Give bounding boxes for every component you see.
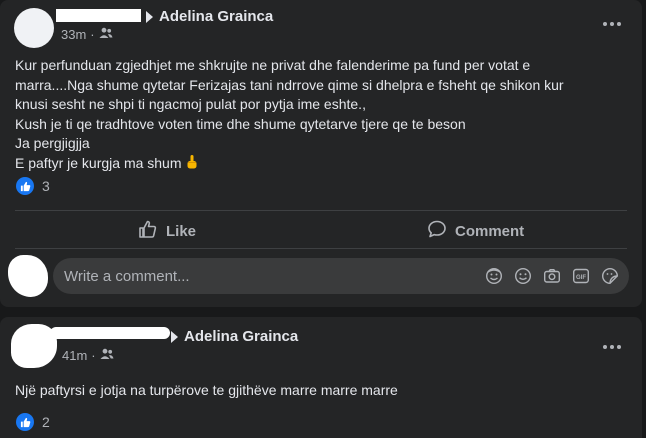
post-header: Adelina Grainca [146, 8, 273, 25]
comment-input-container[interactable]: GIF [53, 258, 629, 294]
arrow-right-icon [171, 330, 178, 343]
more-options-icon[interactable] [603, 345, 621, 349]
like-reaction-icon [16, 177, 34, 195]
like-button[interactable]: Like [138, 219, 196, 243]
middle-finger-emoji-icon [185, 154, 199, 170]
post-text-line-with-emoji: E paftyr je kurgja ma shum [15, 154, 564, 174]
svg-text:GIF: GIF [576, 274, 586, 280]
author-avatar[interactable] [14, 8, 54, 48]
post-text-line: knusi sesht ne shpi ti ngacmoj pulat por… [15, 96, 366, 112]
thumbs-up-icon [138, 219, 158, 243]
divider [15, 210, 627, 211]
comment-input[interactable] [64, 267, 464, 285]
reaction-count: 3 [42, 178, 50, 194]
reaction-summary[interactable]: 3 [16, 177, 50, 195]
like-reaction-icon [16, 413, 34, 431]
commenter-avatar-redacted [8, 255, 48, 297]
group-author-name[interactable]: Adelina Grainca [159, 8, 273, 25]
arrow-right-icon [146, 10, 153, 23]
post-meta: 41m · [62, 348, 114, 363]
comment-label: Comment [455, 222, 525, 240]
post-text: Kur perfunduan zgjedhjet me shkrujte ne … [15, 56, 564, 173]
post-meta: 33m · [61, 27, 113, 42]
post-text: Një paftyrsi e jotja na turpërove te gji… [15, 381, 398, 401]
post-text-line: Ja pergjigjja [15, 135, 90, 151]
reaction-summary[interactable]: 2 [16, 413, 50, 431]
reaction-count: 2 [42, 414, 50, 430]
speech-bubble-icon [427, 219, 447, 243]
more-options-icon[interactable] [603, 22, 621, 26]
comment-button[interactable]: Comment [427, 219, 524, 243]
post-time[interactable]: 33m [61, 27, 86, 42]
sticker-icon[interactable] [600, 266, 619, 285]
post-header: Adelina Graincа [171, 328, 298, 345]
redacted-name [50, 327, 170, 339]
like-label: Like [166, 222, 197, 240]
divider [15, 248, 627, 249]
camera-icon[interactable] [542, 266, 561, 285]
audience-friends-icon[interactable] [99, 27, 113, 42]
post-card: Adelina Graincа 41m · Një paftyrsi e jot… [0, 317, 642, 438]
post-text-line: Një paftyrsi e jotja na turpërove te gji… [15, 382, 398, 398]
post-text-line: Kush je ti qe tradhtove voten time dhe s… [15, 115, 466, 132]
post-text-line: marra....Nga shume qytetar Ferizajas tan… [15, 76, 564, 93]
audience-friends-icon[interactable] [100, 348, 114, 363]
avatar-sticker-icon[interactable] [484, 266, 503, 285]
comment-tools: GIF [484, 266, 619, 285]
emoji-icon[interactable] [513, 266, 532, 285]
group-author-name[interactable]: Adelina Graincа [184, 328, 298, 345]
redacted-name [56, 9, 141, 22]
post-text-line: Kur perfunduan zgjedhjet me shkrujte ne … [15, 57, 531, 73]
post-card: Adelina Grainca 33m · Kur perfunduan zgj… [0, 0, 642, 307]
gif-icon[interactable]: GIF [571, 266, 590, 285]
post-time[interactable]: 41m [62, 348, 87, 363]
